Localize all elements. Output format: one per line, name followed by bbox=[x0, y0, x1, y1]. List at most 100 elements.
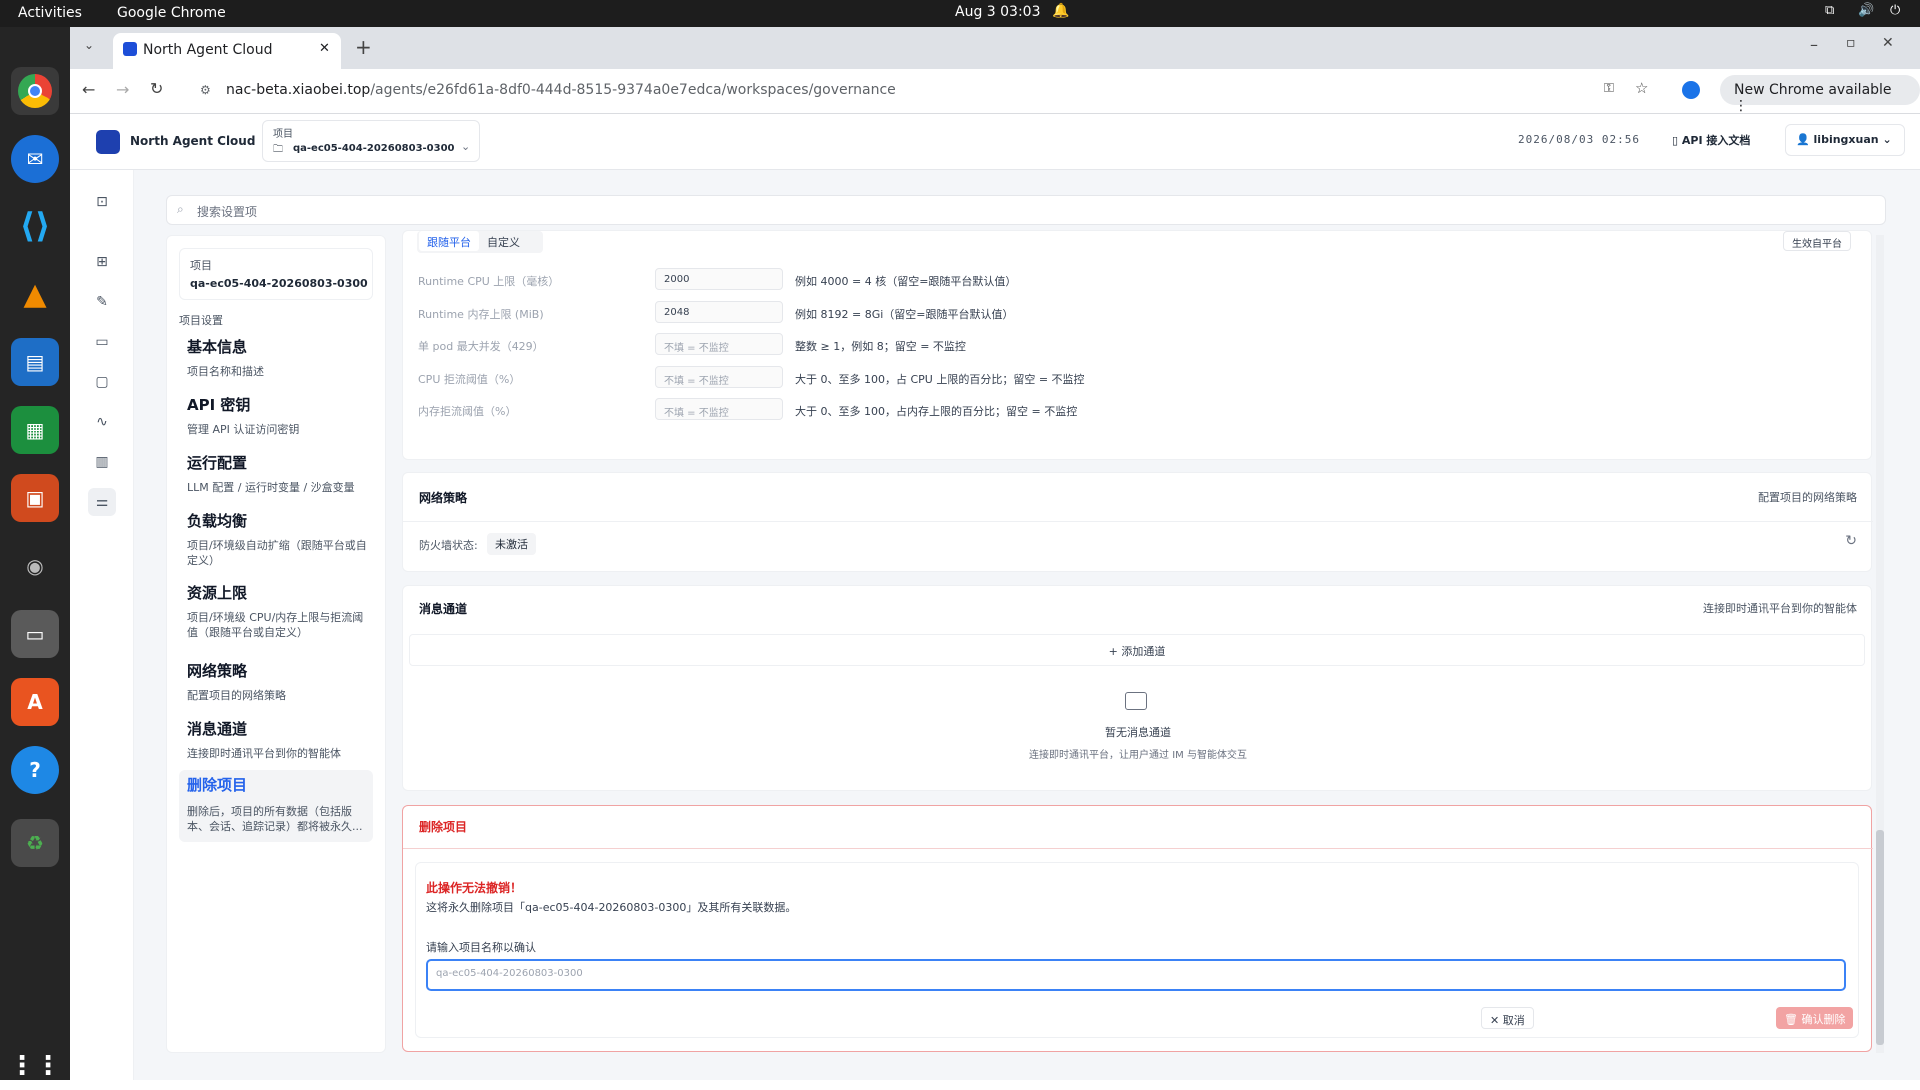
writer-icon[interactable]: ▤ bbox=[11, 338, 59, 386]
user-menu[interactable]: 👤 libingxuan ⌄ bbox=[1785, 124, 1905, 156]
sidebar-item-delete[interactable]: 删除项目 删除后，项目的所有数据（包括版本、会话、追踪记录）都将被永久... bbox=[179, 770, 373, 842]
cpu-limit-input[interactable]: 2000 bbox=[655, 268, 783, 290]
api-docs-link[interactable]: ▯ API 接入文档 bbox=[1672, 132, 1750, 148]
tab-custom[interactable]: 自定义 bbox=[487, 234, 520, 250]
terminal-icon[interactable]: ▭ bbox=[88, 328, 116, 356]
software-icon[interactable]: A bbox=[11, 678, 59, 726]
settings-search-input[interactable]: ⌕ 搜索设置项 bbox=[166, 195, 1886, 225]
channels-title: 消息通道 bbox=[419, 602, 468, 616]
activity-icon[interactable]: ∿ bbox=[88, 408, 116, 436]
resource-limits-card: 跟随平台 自定义 生效自平台 bbox=[402, 230, 1872, 460]
power-icon[interactable]: ⏻ bbox=[1890, 3, 1900, 18]
confirm-placeholder: qa-ec05-404-20260803-0300 bbox=[436, 968, 583, 979]
vscode-icon[interactable]: ⟨⟩ bbox=[11, 202, 59, 250]
nav-title: 负载均衡 bbox=[187, 512, 248, 530]
address-bar[interactable]: ⚙ nac-beta.xiaobei.top/agents/e26fd61a-8… bbox=[200, 77, 1620, 107]
nav-desc: 管理 API 认证访问密钥 bbox=[187, 423, 300, 436]
chart-icon[interactable]: ▥ bbox=[88, 448, 116, 476]
sidebar-project-card: 项目 qa-ec05-404-20260803-0300 bbox=[179, 248, 373, 300]
forward-icon[interactable]: → bbox=[116, 80, 129, 99]
network-icon[interactable]: ⧉ bbox=[1825, 3, 1834, 18]
vlc-icon[interactable]: ▲ bbox=[11, 270, 59, 318]
dock: ✉ ⟨⟩ ▲ ▤ ▦ ▣ ◉ ▭ A ? ♻ ⋮⋮ bbox=[0, 27, 70, 1081]
confirm-label: 请输入项目名称以确认 bbox=[426, 941, 536, 954]
sidebar-item-basic-info[interactable]: 基本信息 项目名称和描述 bbox=[167, 336, 385, 384]
minimize-button[interactable]: – bbox=[1810, 35, 1818, 54]
sidebar-item-runtime[interactable]: 运行配置 LLM 配置 / 运行时变量 / 沙盒变量 bbox=[167, 452, 385, 500]
scrollbar-thumb[interactable] bbox=[1876, 830, 1884, 1045]
bot-icon[interactable]: ⊡ bbox=[88, 188, 116, 216]
network-title: 网络策略 bbox=[419, 491, 468, 505]
restore-button[interactable]: ▫ bbox=[1846, 35, 1856, 51]
network-desc: 配置项目的网络策略 bbox=[1758, 491, 1857, 504]
tab-search-icon[interactable]: ⌄ bbox=[84, 38, 94, 52]
tab-follow-platform[interactable]: 跟随平台 bbox=[419, 231, 479, 251]
volume-icon[interactable]: 🔊 bbox=[1858, 3, 1874, 18]
bookmark-star-icon[interactable]: ☆ bbox=[1635, 79, 1648, 97]
gimp-icon[interactable]: ◉ bbox=[11, 542, 59, 590]
clock[interactable]: Aug 3 03:03 bbox=[955, 4, 1041, 20]
sidebar-item-network[interactable]: 网络策略 配置项目的网络策略 bbox=[167, 660, 385, 708]
add-channel-label: 添加通道 bbox=[1121, 645, 1166, 658]
memory-threshold-hint: 大于 0、至多 100，占内存上限的百分比；留空 = 不监控 bbox=[795, 405, 1078, 418]
site-info-icon[interactable]: ⚙ bbox=[200, 83, 211, 97]
add-channel-button[interactable]: + 添加通道 bbox=[409, 634, 1865, 666]
message-empty-icon bbox=[1125, 692, 1147, 710]
reload-icon[interactable]: ↻ bbox=[150, 79, 163, 98]
book-icon: ▯ bbox=[1672, 134, 1682, 147]
thunderbird-icon[interactable]: ✉ bbox=[11, 135, 59, 183]
brand-name[interactable]: North Agent Cloud bbox=[130, 134, 255, 148]
network-policy-card: 网络策略 配置项目的网络策略 防火墙状态: 未激活 ↻ bbox=[402, 472, 1873, 572]
profile-avatar[interactable] bbox=[1682, 81, 1700, 99]
browser-tab[interactable]: North Agent Cloud ✕ bbox=[113, 33, 341, 69]
close-window-button[interactable]: ✕ bbox=[1882, 35, 1894, 51]
url-text[interactable]: nac-beta.xiaobei.top/agents/e26fd61a-8df… bbox=[226, 82, 896, 98]
url-host: nac-beta.xiaobei.top bbox=[226, 82, 371, 98]
sidebar-item-api-keys[interactable]: API 密钥 管理 API 认证访问密钥 bbox=[167, 394, 385, 442]
memory-limit-input[interactable]: 2048 bbox=[655, 301, 783, 323]
delete-warning: 此操作无法撤销！ bbox=[426, 881, 523, 895]
nav-title: 删除项目 bbox=[187, 776, 248, 794]
new-tab-button[interactable]: + bbox=[355, 35, 372, 59]
divider bbox=[403, 521, 1873, 522]
dashboard-icon[interactable]: ⊞ bbox=[88, 248, 116, 276]
nav-desc: LLM 配置 / 运行时变量 / 沙盒变量 bbox=[187, 481, 355, 494]
search-placeholder: 搜索设置项 bbox=[197, 205, 258, 219]
settings-sliders-icon[interactable]: ⚌ bbox=[88, 488, 116, 516]
chrome-update-button[interactable]: New Chrome available ⋮ bbox=[1720, 75, 1920, 114]
edit-icon[interactable]: ✎ bbox=[88, 288, 116, 316]
os-top-bar: Activities Google Chrome Aug 3 03:03 🔔 ⧉… bbox=[0, 0, 1920, 27]
close-tab-icon[interactable]: ✕ bbox=[319, 41, 330, 56]
max-concurrency-input[interactable]: 不填 = 不监控 bbox=[655, 333, 783, 355]
refresh-icon[interactable]: ↻ bbox=[1845, 533, 1857, 549]
project-selector[interactable]: 项目 🗀 qa-ec05-404-20260803-0300 ⌄ bbox=[262, 120, 480, 162]
trash-icon[interactable]: ♻ bbox=[11, 819, 59, 867]
memory-threshold-input[interactable]: 不填 = 不监控 bbox=[655, 398, 783, 420]
impress-icon[interactable]: ▣ bbox=[11, 474, 59, 522]
files-icon[interactable]: ▭ bbox=[11, 610, 59, 658]
confirm-name-input[interactable]: qa-ec05-404-20260803-0300 bbox=[426, 959, 1846, 991]
help-icon[interactable]: ? bbox=[11, 746, 59, 794]
app-header: North Agent Cloud 项目 🗀 qa-ec05-404-20260… bbox=[70, 114, 1920, 170]
sidebar-item-channels[interactable]: 消息通道 连接即时通讯平台到你的智能体 bbox=[167, 718, 385, 766]
settings-sidebar: 项目 qa-ec05-404-20260803-0300 项目设置 基本信息 项目… bbox=[166, 235, 386, 1053]
chrome-icon[interactable] bbox=[11, 67, 59, 115]
user-icon: 👤 bbox=[1796, 133, 1814, 146]
cpu-threshold-input[interactable]: 不填 = 不监控 bbox=[655, 366, 783, 388]
chat-icon[interactable]: ▢ bbox=[88, 368, 116, 396]
channels-empty-title: 暂无消息通道 bbox=[1105, 726, 1171, 739]
nav-title: 网络策略 bbox=[187, 662, 248, 680]
memory-threshold-label: 内存拒流阈值（%） bbox=[418, 405, 517, 418]
back-icon[interactable]: ← bbox=[82, 80, 95, 99]
sidebar-item-resource-limits[interactable]: 资源上限 项目/环境级 CPU/内存上限与拒流阈值（跟随平台或自定义） bbox=[167, 582, 385, 640]
cancel-button[interactable]: ✕ 取消 bbox=[1481, 1007, 1534, 1029]
calc-icon[interactable]: ▦ bbox=[11, 406, 59, 454]
app-grid-icon[interactable]: ⋮⋮ bbox=[9, 1042, 61, 1090]
max-concurrency-label: 单 pod 最大并发（429） bbox=[418, 340, 544, 353]
nav-title: 消息通道 bbox=[187, 720, 248, 738]
divider bbox=[403, 848, 1873, 849]
sidebar-item-load-balance[interactable]: 负载均衡 项目/环境级自动扩缩（跟随平台或自定义） bbox=[167, 510, 385, 568]
confirm-delete-button[interactable]: 🗑 确认删除 bbox=[1776, 1007, 1854, 1029]
app-menu[interactable]: Google Chrome bbox=[117, 5, 226, 21]
activities-button[interactable]: Activities bbox=[18, 5, 82, 21]
